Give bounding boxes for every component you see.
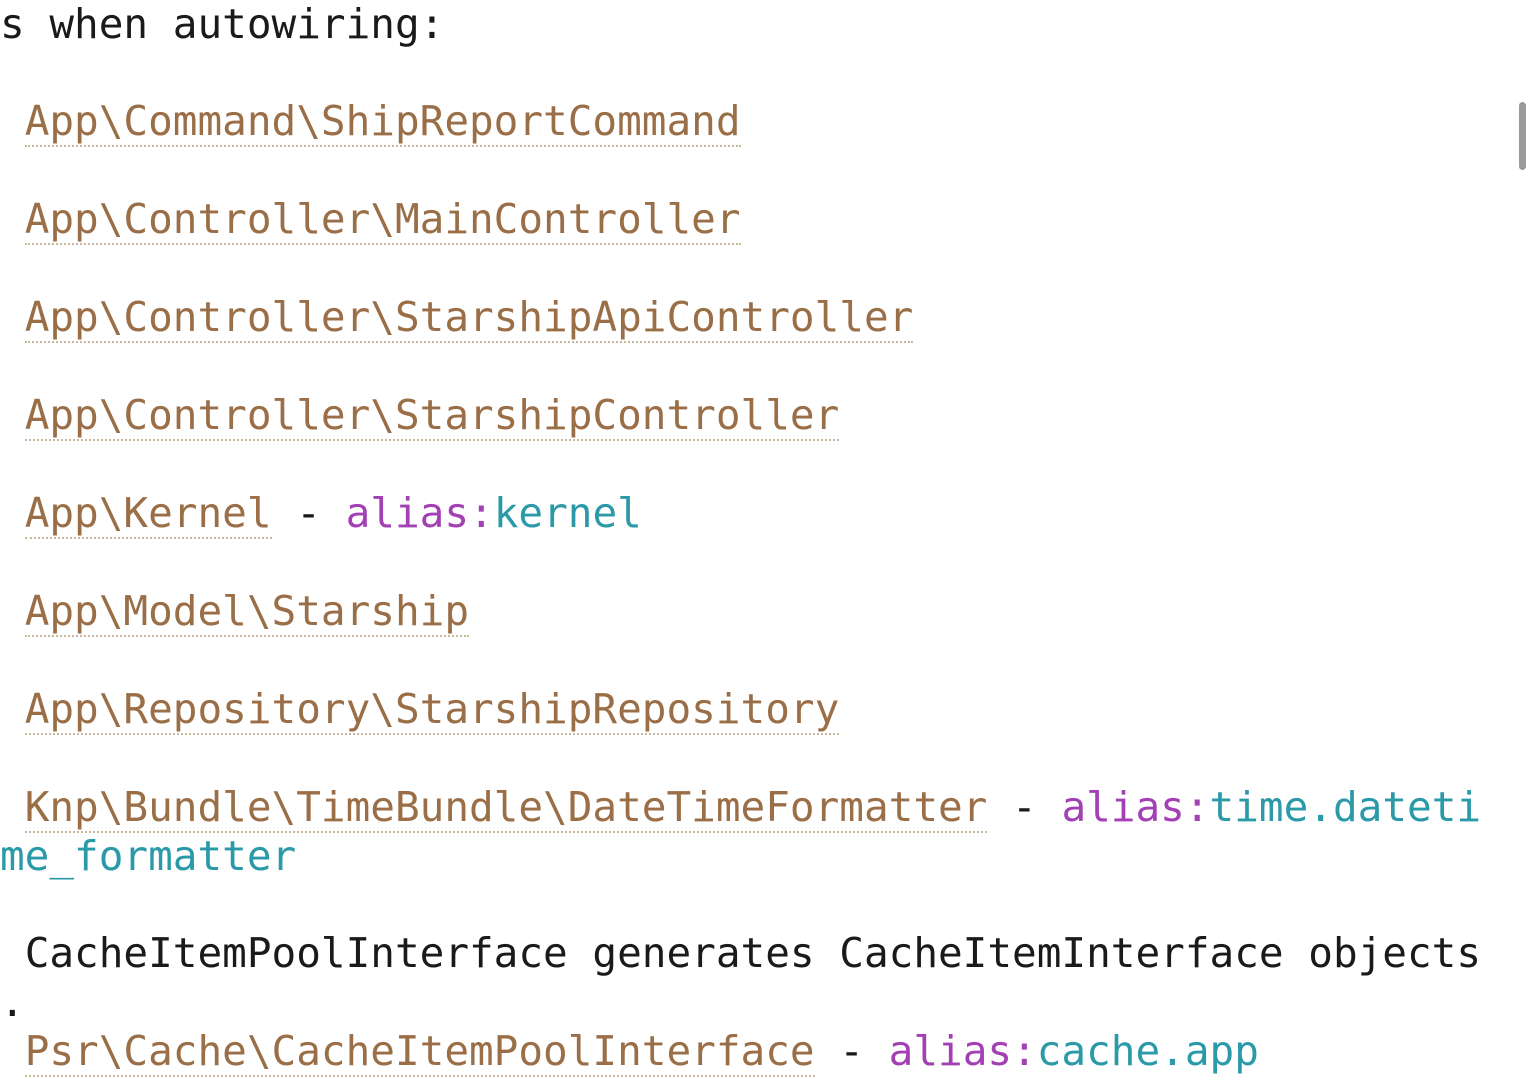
service-line: App\Command\ShipReportCommand bbox=[0, 97, 741, 147]
service-class: App\Model\Starship bbox=[24, 587, 470, 637]
service-class: Psr\Cache\CacheItemPoolInterface bbox=[24, 1027, 815, 1077]
service-line: App\Controller\MainController bbox=[0, 195, 741, 245]
service-line: Knp\Bundle\TimeBundle\DateTimeFormatter … bbox=[0, 783, 1482, 833]
alias-value-wrap: me_formatter bbox=[0, 832, 297, 880]
service-line: App\Controller\StarshipApiController bbox=[0, 293, 914, 343]
service-line: App\Model\Starship bbox=[0, 587, 470, 637]
service-class: App\Controller\MainController bbox=[24, 195, 741, 245]
service-class: App\Command\ShipReportCommand bbox=[24, 97, 741, 147]
alias-value: kernel bbox=[493, 489, 642, 537]
service-line: App\Kernel - alias:kernel bbox=[0, 489, 642, 539]
terminal-output: s when autowiring: App\Command\ShipRepor… bbox=[0, 0, 1500, 1077]
service-class: App\Controller\StarshipApiController bbox=[24, 293, 914, 343]
scrollbar-thumb[interactable] bbox=[1519, 102, 1526, 170]
alias-label: alias: bbox=[1061, 783, 1210, 831]
service-line: App\Repository\StarshipRepository bbox=[0, 685, 840, 735]
alias-value: cache.app bbox=[1036, 1027, 1259, 1075]
service-line-wrap: me_formatter bbox=[0, 832, 296, 881]
service-class: App\Controller\StarshipController bbox=[24, 391, 840, 441]
description-text: CacheItemPoolInterface generates CacheIt… bbox=[24, 929, 1482, 977]
service-class: Knp\Bundle\TimeBundle\DateTimeFormatter bbox=[24, 783, 988, 833]
description-line: CacheItemPoolInterface generates CacheIt… bbox=[0, 929, 1481, 978]
separator: - bbox=[987, 783, 1062, 831]
service-class: App\Repository\StarshipRepository bbox=[24, 685, 840, 735]
header-text: s when autowiring: bbox=[0, 0, 445, 48]
alias-label: alias: bbox=[345, 489, 494, 537]
alias-value: time.dateti bbox=[1209, 783, 1482, 831]
description-wrap: . bbox=[0, 978, 25, 1026]
service-line: App\Controller\StarshipController bbox=[0, 391, 840, 441]
service-line: Psr\Cache\CacheItemPoolInterface - alias… bbox=[0, 1027, 1259, 1077]
separator: - bbox=[814, 1027, 889, 1075]
alias-label: alias: bbox=[888, 1027, 1037, 1075]
service-class: App\Kernel bbox=[24, 489, 272, 539]
separator: - bbox=[271, 489, 346, 537]
